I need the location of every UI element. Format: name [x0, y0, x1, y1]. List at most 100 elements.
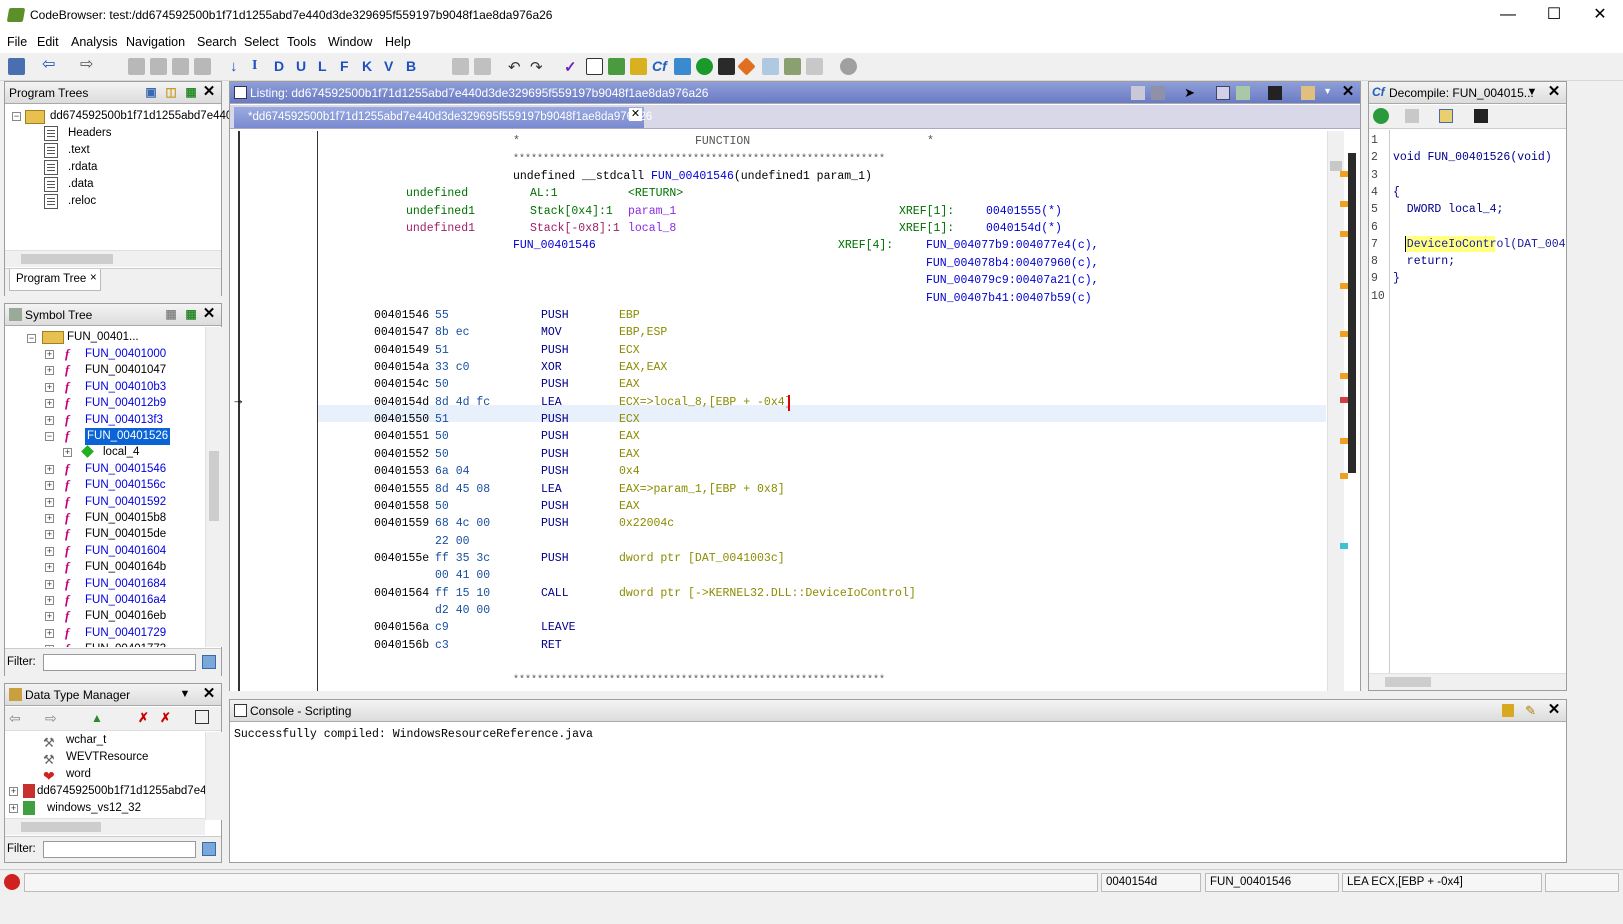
run-script-icon[interactable] [696, 58, 713, 75]
close-icon[interactable]: ✕ [1340, 84, 1356, 100]
checkmark-icon[interactable]: ✓ [564, 58, 581, 76]
nav-v-icon[interactable]: V [384, 58, 401, 75]
nav-label-l-icon[interactable]: L [318, 58, 335, 75]
expand-toggle-icon[interactable]: + [45, 645, 54, 647]
maximize-button[interactable]: ☐ [1531, 0, 1577, 32]
symbol-function-item[interactable]: FUN_004015b8 [85, 510, 166, 527]
menu-select[interactable]: Select [244, 35, 279, 49]
tree-item-rdata[interactable]: .rdata [68, 159, 97, 176]
clear-console-icon[interactable]: ✎ [1525, 703, 1536, 719]
bookmark-marker[interactable] [1340, 201, 1348, 207]
symbol-function-item[interactable]: FUN_00401047 [85, 362, 166, 379]
copy-icon[interactable] [1405, 109, 1419, 123]
forward-arrow-icon[interactable]: ⇨ [45, 710, 57, 727]
expand-toggle-icon[interactable]: + [45, 596, 54, 605]
dtm-item[interactable]: WEVTResource [66, 749, 148, 766]
snapshot-camera-icon[interactable] [1268, 86, 1282, 100]
symbol-function-item[interactable]: FUN_00401604 [85, 543, 166, 560]
error-marker[interactable] [1340, 397, 1348, 403]
instruction-row[interactable]: 0040154a 33 c0 XOR EAX,EAX [230, 359, 1320, 376]
menu-search[interactable]: Search [197, 35, 237, 49]
open-tree-icon[interactable]: ▣ [143, 84, 159, 100]
vertical-scrollbar[interactable] [205, 327, 222, 647]
instruction-row[interactable]: 00401564 ff 15 10 CALL dword ptr [->KERNEL3… [230, 585, 1320, 602]
nav-down-arrow-icon[interactable]: ↓ [230, 58, 247, 75]
instruction-row[interactable]: 00401547 8b ec MOV EBP,ESP [230, 324, 1320, 341]
symbol-function-item[interactable]: FUN_00401773 [85, 641, 166, 647]
expand-toggle-icon[interactable]: + [45, 514, 54, 523]
symbol-function-item[interactable]: FUN_004016a4 [85, 592, 166, 609]
copy-icon[interactable] [1131, 86, 1145, 100]
diamond-icon[interactable] [737, 57, 756, 76]
nav-nonfunction-icon[interactable]: K [362, 58, 379, 75]
copy-icon[interactable] [452, 58, 469, 75]
horizontal-scrollbar[interactable] [1369, 673, 1566, 690]
back-arrow-icon[interactable]: ⇦ [42, 57, 59, 75]
dtm-archive-windows[interactable]: windows_vs12_32 [47, 800, 141, 817]
memory-map-icon[interactable] [784, 58, 801, 75]
collapse-toggle-icon[interactable]: − [12, 112, 21, 121]
save-icon[interactable] [8, 58, 25, 75]
nav-instruction-icon[interactable]: I [252, 58, 269, 75]
expand-toggle-icon[interactable]: + [45, 481, 54, 491]
function-graph-icon[interactable] [674, 58, 691, 75]
menu-tools[interactable]: Tools [287, 35, 316, 49]
instruction-row[interactable]: 00401558 50 PUSH EAX [230, 498, 1320, 515]
xref-item[interactable]: FUN_004078b4:00407960(c), [926, 255, 1099, 272]
variable-name[interactable]: param_1 [628, 203, 676, 220]
symbol-function-item[interactable]: FUN_00401000 [85, 346, 166, 363]
status-error-icon[interactable] [4, 874, 20, 890]
menu-analysis[interactable]: Analysis [71, 35, 118, 49]
filter-options-icon[interactable] [202, 842, 216, 856]
dropdown-arrow-icon[interactable]: ▼ [177, 686, 193, 702]
field-editor-icon[interactable] [1216, 86, 1230, 100]
menu-window[interactable]: Window [328, 35, 372, 49]
instruction-row[interactable]: 00401555 8d 45 08 LEA EAX=>param_1,[EBP + 0… [230, 481, 1320, 498]
variable-xref-value[interactable]: 0040154d(*) [986, 220, 1062, 237]
undo-icon[interactable]: ↶ [508, 58, 525, 76]
dtm-item[interactable]: word [66, 766, 91, 783]
instruction-row[interactable]: 00401553 6a 04 PUSH 0x4 [230, 463, 1320, 480]
bookmark-marker[interactable] [1340, 283, 1348, 289]
symbol-function-item[interactable]: FUN_00401526 [85, 428, 171, 445]
xref-item[interactable]: FUN_004079c9:00407a21(c), [926, 272, 1099, 289]
instruction-row[interactable]: 00401549 51 PUSH ECX [230, 342, 1320, 359]
symbol-function-item[interactable]: FUN_004015de [85, 526, 166, 543]
symbol-function-item[interactable]: FUN_0040156c [85, 477, 166, 494]
decompiler-icon[interactable]: Cf [652, 58, 669, 75]
edit-signature-icon[interactable] [1439, 109, 1453, 123]
close-tab-icon[interactable]: ✕ [629, 108, 642, 121]
close-tab-icon[interactable]: × [90, 272, 97, 284]
decompile-line[interactable]: DWORD local_4; [1393, 201, 1504, 219]
scrollbar-thumb[interactable] [209, 451, 219, 521]
vertical-scrollbar[interactable] [205, 732, 222, 820]
dropdown-arrow-icon[interactable]: ▼ [1524, 84, 1540, 100]
listing-view[interactable]: * FUNCTION * ***************************… [230, 131, 1360, 691]
minimize-button[interactable]: — [1485, 0, 1531, 32]
instruction-row[interactable]: 00401552 50 PUSH EAX [230, 446, 1320, 463]
xref-item[interactable]: FUN_004077b9:004077e4(c), [926, 237, 1099, 254]
tree-item-headers[interactable]: Headers [68, 125, 111, 142]
refresh-icon[interactable] [608, 58, 625, 75]
console-icon[interactable] [718, 58, 735, 75]
symbol-function-item[interactable]: FUN_00401546 [85, 461, 166, 478]
menu-help[interactable]: Help [385, 35, 411, 49]
overview-margin[interactable] [1340, 153, 1358, 553]
close-icon[interactable]: ✕ [201, 686, 217, 702]
symbol-function-item[interactable]: FUN_00401684 [85, 576, 166, 593]
dtm-filter-input[interactable] [43, 841, 196, 858]
bookmark-marker[interactable] [1340, 438, 1348, 444]
instruction-row[interactable]: 00401559 68 4c 00 PUSH 0x22004c [230, 515, 1320, 532]
symbol-function-item[interactable]: FUN_0040164b [85, 559, 166, 576]
close-icon[interactable]: ✕ [1546, 702, 1562, 718]
symbol-function-item[interactable]: FUN_00401592 [85, 494, 166, 511]
vertical-scrollbar[interactable] [1327, 131, 1344, 691]
expand-toggle-icon[interactable]: + [45, 415, 54, 425]
tab-program-tree[interactable]: Program Tree × [9, 269, 101, 291]
network-icon[interactable] [806, 58, 823, 75]
expand-toggle-icon[interactable]: + [45, 366, 54, 376]
dropdown-arrow-icon[interactable]: ▼ [1323, 86, 1332, 96]
bytes-icon[interactable] [586, 58, 603, 75]
listing-tab[interactable]: *dd674592500b1f71d1255abd7e440d3de329695… [234, 107, 652, 128]
resize-arrow-icon[interactable]: → [232, 392, 245, 407]
